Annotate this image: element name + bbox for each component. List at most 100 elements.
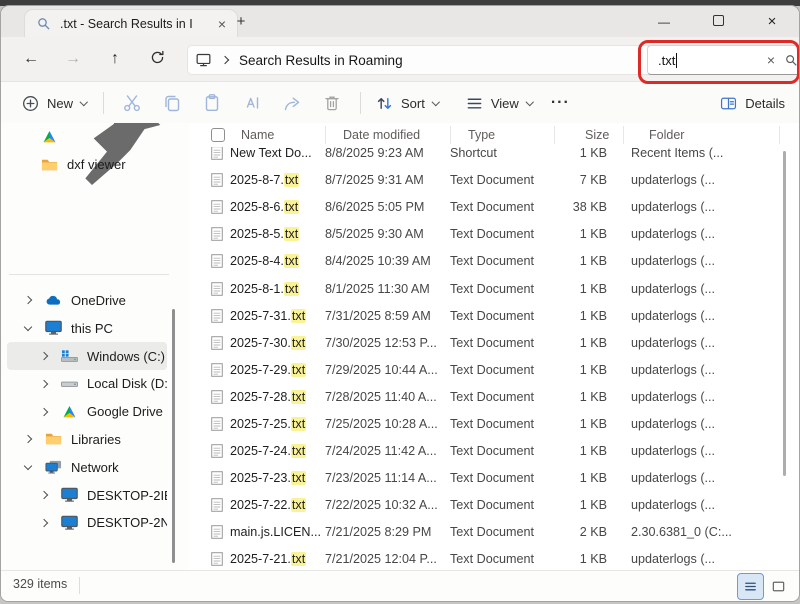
cell-size: 1 KB [554,146,615,160]
sort-button[interactable]: Sort [369,87,447,119]
navigation-pane: Google Drive (G:dxf viewer OneDrivethis P… [1,123,189,571]
table-row[interactable]: 2025-8-4.txt8/4/2025 10:39 AMText Docume… [189,248,799,275]
tab-title: .txt - Search Results in I [60,17,213,31]
sidebar-item-desktop-2ibj00n[interactable]: DESKTOP-2IBJ00N [7,481,167,509]
table-row[interactable]: main.js.LICEN...7/21/2025 8:29 PMText Do… [189,519,799,546]
chevron-down-icon[interactable] [23,322,35,334]
sidebar-item-google-drive-g[interactable]: Google Drive (G:) [7,398,167,426]
sidebar-item-this-pc[interactable]: this PC [7,314,167,342]
status-bar: 329 items [1,570,799,601]
column-separator[interactable] [779,126,780,144]
sidebar-item-dxf-viewer[interactable]: dxf viewer [7,151,167,179]
sidebar-item-network[interactable]: Network [7,453,167,481]
chevron-right-icon[interactable] [39,350,51,362]
sidebar-item-local-disk-d[interactable]: Local Disk (D:) [7,370,167,398]
cell-size: 1 KB [554,336,615,350]
column-header-name[interactable]: Name [241,128,343,142]
chevron-right-icon[interactable] [23,433,35,445]
text-cursor [676,53,677,68]
cell-folder: updaterlogs (... [631,200,799,214]
table-row[interactable]: 2025-7-31.txt7/31/2025 8:59 AMText Docum… [189,302,799,329]
chevron-right-icon[interactable] [39,517,51,529]
search-icon[interactable] [785,54,798,67]
table-row[interactable]: 2025-7-21.txt7/21/2025 12:04 P...Text Do… [189,546,799,571]
sidebar-scrollbar[interactable] [172,309,175,563]
explorer-tab[interactable]: .txt - Search Results in I × [25,10,237,37]
column-separator[interactable] [623,126,624,144]
document-icon [211,309,223,323]
forward-button[interactable]: → [59,45,87,73]
table-row[interactable]: 2025-8-5.txt8/5/2025 9:30 AMText Documen… [189,221,799,248]
breadcrumb[interactable]: Search Results in Roaming [239,53,403,68]
rename-button[interactable] [232,87,272,119]
sidebar-item-windows-c[interactable]: Windows (C:) [7,342,167,370]
column-header-type[interactable]: Type [468,128,572,142]
chevron-right-icon[interactable] [39,378,51,390]
table-row[interactable]: 2025-8-1.txt8/1/2025 11:30 AMText Docume… [189,275,799,302]
sidebar-item-google-drive-pinned[interactable]: Google Drive (G: [7,123,167,151]
maximize-button[interactable] [691,14,745,29]
tab-close-icon[interactable]: × [213,16,231,32]
file-list-scrollbar[interactable] [783,151,786,476]
cell-size: 1 KB [554,309,615,323]
table-row[interactable]: 2025-7-24.txt7/24/2025 11:42 A...Text Do… [189,438,799,465]
back-button[interactable]: ← [17,45,45,73]
view-button[interactable]: View [459,87,541,119]
table-row[interactable]: 2025-7-25.txt7/25/2025 10:28 A...Text Do… [189,410,799,437]
share-button[interactable] [272,87,312,119]
details-view-toggle[interactable] [737,573,764,600]
table-row[interactable]: 2025-7-28.txt7/28/2025 11:40 A...Text Do… [189,383,799,410]
select-all-checkbox[interactable] [211,128,225,142]
cell-name: 2025-8-5.txt [211,227,325,241]
new-button[interactable]: New [15,87,95,119]
new-tab-button[interactable]: + [232,11,250,33]
cell-name: 2025-7-31.txt [211,309,325,323]
close-button[interactable]: × [745,13,799,30]
table-row[interactable]: 2025-8-6.txt8/6/2025 5:05 PMText Documen… [189,194,799,221]
up-button[interactable]: ↑ [101,45,129,73]
table-row[interactable]: 2025-7-29.txt7/29/2025 10:44 A...Text Do… [189,356,799,383]
cell-folder: updaterlogs (... [631,471,799,485]
delete-button[interactable] [312,87,352,119]
table-row[interactable]: 2025-7-22.txt7/22/2025 10:32 A...Text Do… [189,492,799,519]
cell-size: 38 KB [554,200,615,214]
document-icon [211,254,223,268]
table-row[interactable]: 2025-7-30.txt7/30/2025 12:53 P...Text Do… [189,329,799,356]
sidebar-item-libraries[interactable]: Libraries [7,426,167,454]
cell-name: 2025-8-4.txt [211,254,325,268]
cell-date-modified: 7/21/2025 12:04 P... [325,552,450,566]
cell-date-modified: 7/28/2025 11:40 A... [325,390,450,404]
thumbnail-view-toggle[interactable] [766,574,791,599]
sidebar-items: Google Drive (G:dxf viewer OneDrivethis P… [1,123,189,537]
file-name: 2025-7-30. [230,336,291,350]
search-input[interactable]: .txt × [647,45,800,75]
chevron-right-icon[interactable] [221,54,233,66]
chevron-right-icon[interactable] [39,489,51,501]
chevron-right-icon[interactable] [23,294,35,306]
see-more-button[interactable]: ··· [541,94,580,112]
cell-folder: updaterlogs (... [631,309,799,323]
column-separator[interactable] [554,126,555,144]
table-row[interactable]: 2025-7-23.txt7/23/2025 11:14 A...Text Do… [189,465,799,492]
sidebar-item-onedrive[interactable]: OneDrive [7,287,167,315]
address-bar[interactable]: Search Results in Roaming [187,45,655,75]
cut-button[interactable] [112,87,152,119]
paste-button[interactable] [192,87,232,119]
column-header-folder[interactable]: Folder [649,128,684,142]
table-row[interactable]: 2025-8-7.txt8/7/2025 9:31 AMText Documen… [189,167,799,194]
column-separator[interactable] [325,126,326,144]
minimize-button[interactable]: — [637,15,691,29]
cell-name: 2025-7-25.txt [211,417,325,431]
clear-search-icon[interactable]: × [761,52,781,68]
cell-folder: updaterlogs (... [631,227,799,241]
chevron-right-icon[interactable] [39,406,51,418]
copy-button[interactable] [152,87,192,119]
details-pane-button[interactable]: Details [719,94,785,113]
chevron-down-icon[interactable] [23,461,35,473]
file-name: main.js.LICEN... [230,525,321,539]
sidebar-item-label: Network [71,460,167,475]
column-separator[interactable] [450,126,451,144]
refresh-button[interactable] [143,45,171,73]
sidebar-item-desktop-2nd3b9[interactable]: DESKTOP-2ND3B9 [7,509,167,537]
details-button-label: Details [745,96,785,111]
